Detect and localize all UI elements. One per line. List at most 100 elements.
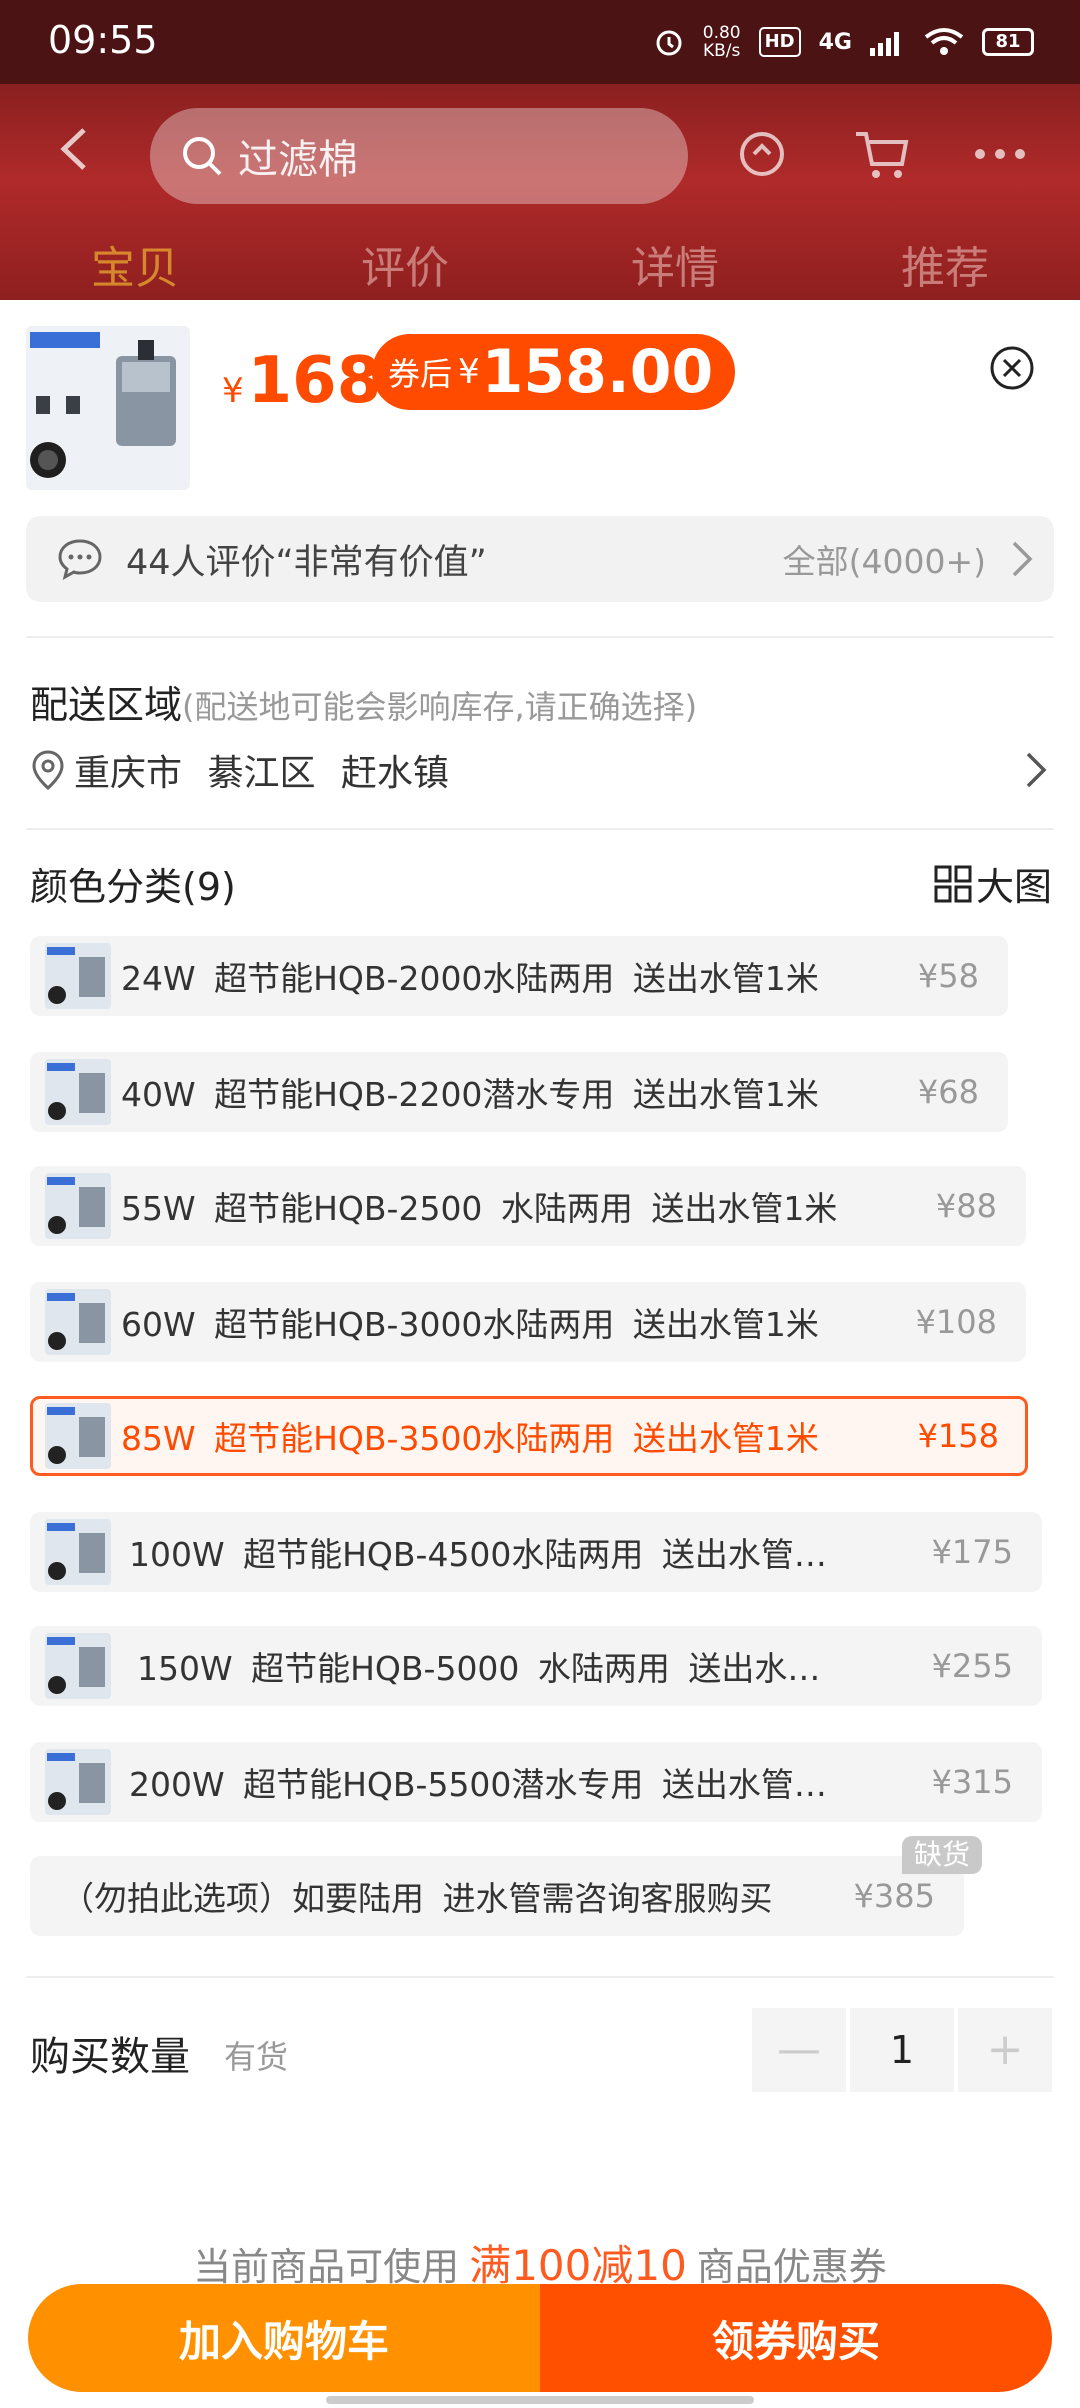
sku-thumbnail: [45, 1519, 111, 1585]
increase-button[interactable]: +: [958, 2008, 1052, 2092]
close-icon[interactable]: [988, 344, 1036, 392]
sku-thumbnail: [45, 1403, 111, 1469]
sku-label: 100W 超节能HQB-4500水陆两用 送出水管…: [129, 1535, 827, 1574]
add-to-cart-button[interactable]: 加入购物车: [28, 2284, 540, 2392]
divider: [26, 1976, 1054, 1978]
review-text: 44人评价“非常有价值”: [126, 542, 487, 583]
refresh-icon[interactable]: [732, 124, 792, 184]
sku-label: 55W 超节能HQB-2500 水陆两用 送出水管1米: [121, 1189, 838, 1228]
chevron-right-icon: [1012, 541, 1033, 577]
search-icon: [183, 137, 222, 176]
sku-price: ¥385: [853, 1877, 935, 1915]
sku-label: 200W 超节能HQB-5500潜水专用 送出水管…: [129, 1765, 827, 1804]
sku-option-selected[interactable]: 85W 超节能HQB-3500水陆两用 送出水管1米 ¥158: [30, 1396, 1028, 1476]
claim-coupon-buy-button[interactable]: 领券购买: [540, 2284, 1052, 2392]
status-bar: 09:55 0.80 KB/s HD 4G 81: [0, 0, 1080, 84]
coupon-price-value: 158.00: [481, 337, 714, 407]
sku-thumbnail: [45, 1289, 111, 1355]
out-of-stock-badge: 缺货: [902, 1836, 983, 1874]
sku-label: 85W 超节能HQB-3500水陆两用 送出水管1米: [121, 1419, 819, 1458]
sku-price: ¥175: [931, 1533, 1013, 1571]
sku-price: ¥108: [915, 1303, 997, 1341]
cart-icon[interactable]: [852, 124, 912, 184]
net-speed: 0.80 KB/s: [703, 24, 741, 60]
sku-option[interactable]: 55W 超节能HQB-2500 水陆两用 送出水管1米 ¥88: [30, 1166, 1026, 1246]
sku-thumbnail: [45, 943, 111, 1009]
grid-icon: [934, 865, 972, 902]
promo-prefix: 当前商品可使用: [193, 2245, 460, 2289]
quantity-label: 购买数量: [30, 2034, 190, 2080]
tab-item[interactable]: 宝贝: [91, 232, 179, 296]
tab-details[interactable]: 详情: [631, 232, 719, 296]
more-icon[interactable]: [970, 124, 1030, 184]
delivery-hint: (配送地可能会影响库存,请正确选择): [182, 688, 698, 726]
sku-label: 60W 超节能HQB-3000水陆两用 送出水管1米: [121, 1305, 819, 1344]
home-indicator[interactable]: [326, 2396, 754, 2404]
sku-option-out-of-stock[interactable]: （勿拍此选项）如要陆用 进水管需咨询客服购买 ¥385: [30, 1856, 964, 1936]
sku-price: ¥158: [917, 1417, 999, 1455]
promo-highlight: 满100减10: [469, 2241, 687, 2290]
wifi-icon: [924, 28, 964, 55]
battery-icon: 81: [982, 28, 1034, 56]
address-selector[interactable]: 重庆市 綦江区 赶水镇: [30, 740, 1050, 800]
decrease-button[interactable]: —: [752, 2008, 846, 2092]
big-view-label: 大图: [976, 865, 1053, 909]
delivery-title: 配送区域: [30, 683, 183, 727]
sku-label: 24W 超节能HQB-2000水陆两用 送出水管1米: [121, 959, 819, 998]
price-symbol: ¥: [222, 371, 244, 411]
sku-price: ¥88: [935, 1187, 997, 1225]
color-category-title: 颜色分类(9): [30, 865, 236, 909]
product-price: ¥ 168: [222, 344, 381, 418]
review-summary-bar[interactable]: 44人评价“非常有价值” 全部(4000+): [26, 516, 1054, 602]
promo-suffix: 商品优惠券: [696, 2245, 887, 2289]
sku-option[interactable]: 24W 超节能HQB-2000水陆两用 送出水管1米 ¥58: [30, 936, 1008, 1016]
quantity-value[interactable]: 1: [850, 2008, 954, 2092]
background-product-page: 09:55 0.80 KB/s HD 4G 81 过滤棉 宝贝 评价 详情 推荐: [0, 0, 1080, 300]
sku-thumbnail: [45, 1059, 111, 1125]
divider: [26, 828, 1054, 830]
sku-label: 40W 超节能HQB-2200潜水专用 送出水管1米: [121, 1075, 819, 1114]
sku-label: 150W 超节能HQB-5000 水陆两用 送出水…: [137, 1649, 821, 1688]
sku-option[interactable]: 200W 超节能HQB-5500潜水专用 送出水管… ¥315: [30, 1742, 1042, 1822]
big-view-toggle[interactable]: 大图: [934, 856, 1052, 911]
review-all-link[interactable]: 全部(4000+): [783, 535, 986, 583]
status-icons: 0.80 KB/s HD 4G 81: [653, 20, 1034, 64]
search-text: 过滤棉: [238, 137, 358, 183]
sku-price: ¥315: [931, 1763, 1013, 1801]
net-speed-unit: KB/s: [702, 41, 741, 61]
sku-option[interactable]: 40W 超节能HQB-2200潜水专用 送出水管1米 ¥68: [30, 1052, 1008, 1132]
sku-price: ¥68: [917, 1073, 979, 1111]
price-value: 168: [247, 344, 382, 418]
sku-price: ¥255: [931, 1647, 1013, 1685]
stock-status: 有货: [224, 2038, 289, 2076]
sku-option[interactable]: 60W 超节能HQB-3000水陆两用 送出水管1米 ¥108: [30, 1282, 1026, 1362]
quantity-stepper: — 1 +: [752, 2008, 1052, 2092]
sku-price: ¥58: [917, 957, 979, 995]
chat-bubble-icon: [58, 539, 102, 580]
sku-option[interactable]: 150W 超节能HQB-5000 水陆两用 送出水… ¥255: [30, 1626, 1042, 1706]
search-bar[interactable]: 过滤棉: [150, 108, 688, 204]
sku-label: （勿拍此选项）如要陆用 进水管需咨询客服购买: [61, 1879, 773, 1918]
address-text: 重庆市 綦江区 赶水镇: [74, 753, 449, 794]
back-icon[interactable]: [54, 124, 104, 174]
net-speed-value: 0.80: [702, 23, 741, 43]
tab-recommend[interactable]: 推荐: [901, 232, 989, 296]
sku-option[interactable]: 100W 超节能HQB-4500水陆两用 送出水管… ¥175: [30, 1512, 1042, 1592]
sku-thumbnail: [45, 1173, 111, 1239]
signal-icon: [870, 32, 899, 56]
network-type: 4G: [818, 29, 852, 55]
divider: [26, 636, 1054, 638]
product-thumbnail[interactable]: [26, 326, 190, 490]
alarm-icon: [656, 30, 682, 56]
hd-badge: HD: [758, 27, 801, 57]
chevron-right-icon: [1026, 752, 1047, 788]
product-tabs: 宝贝 评价 详情 推荐: [0, 228, 1080, 300]
tab-reviews[interactable]: 评价: [361, 232, 449, 296]
location-pin-icon: [32, 750, 64, 790]
sku-thumbnail: [45, 1633, 111, 1699]
status-time: 09:55: [48, 18, 158, 62]
top-navigation: 过滤棉: [0, 84, 1080, 214]
coupon-label: 券后: [388, 355, 453, 393]
delivery-section: 配送区域(配送地可能会影响库存,请正确选择): [30, 674, 697, 729]
coupon-symbol: ¥: [458, 352, 480, 392]
